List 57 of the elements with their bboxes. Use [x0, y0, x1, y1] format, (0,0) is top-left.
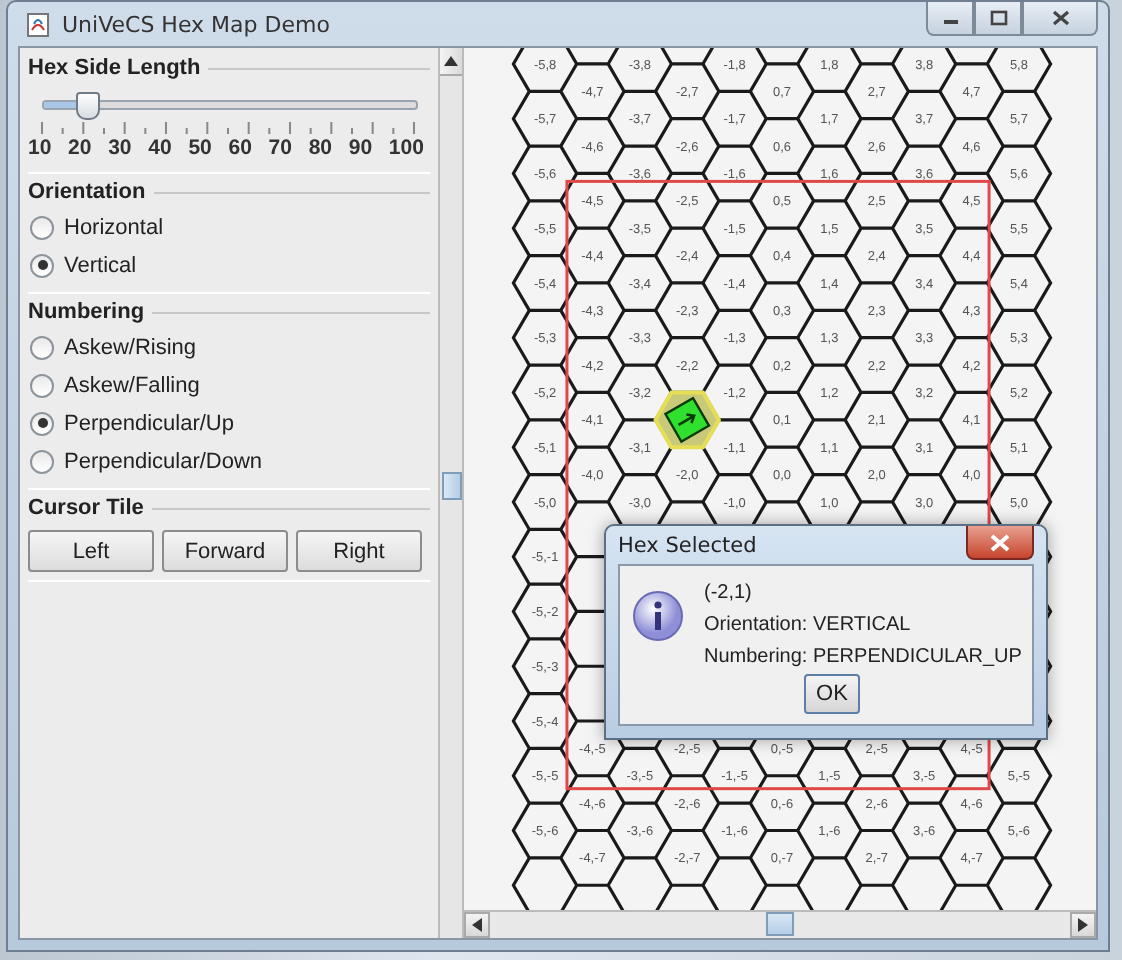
close-icon — [1051, 10, 1069, 26]
close-button[interactable] — [1022, 2, 1098, 36]
tick-label: 70 — [268, 136, 292, 160]
radio-label[interactable]: Askew/Falling — [64, 373, 200, 397]
tick-label: 60 — [228, 136, 252, 160]
info-icon — [632, 590, 684, 642]
close-icon — [990, 533, 1010, 551]
scroll-up-button[interactable] — [440, 48, 462, 76]
radio-label[interactable]: Askew/Rising — [64, 335, 197, 359]
radio-button[interactable] — [30, 335, 54, 359]
app-icon — [26, 11, 50, 37]
tick-label: 30 — [108, 136, 132, 160]
message-text: (-2,1) — [704, 580, 754, 608]
section-title: Cursor Tile — [28, 496, 144, 520]
radio-button[interactable] — [30, 215, 54, 239]
radio-label[interactable]: Perpendicular/Up — [64, 411, 234, 435]
scroll-left-button[interactable] — [464, 912, 490, 938]
section-title: Numbering — [28, 300, 145, 324]
left-arrow-icon — [472, 918, 482, 933]
cursor-tile-icon[interactable] — [663, 396, 711, 444]
maximize-button[interactable] — [974, 2, 1022, 36]
tick-label: 20 — [68, 136, 92, 160]
tick-label: 40 — [148, 136, 172, 160]
message-text: Numbering: PERPENDICULAR_UP — [704, 644, 1022, 672]
tick-label: 90 — [348, 136, 373, 160]
scroll-thumb[interactable] — [766, 912, 794, 937]
scroll-right-button[interactable] — [1070, 912, 1096, 938]
tick-label: 80 — [308, 136, 333, 160]
radio-label[interactable]: Vertical — [64, 253, 137, 277]
message-text: Orientation: VERTICAL — [704, 612, 913, 640]
horizontal-scrollbar[interactable] — [464, 910, 1096, 938]
ok-button[interactable]: OK — [804, 674, 860, 714]
tick-label: 10 — [28, 136, 52, 160]
maximize-icon — [989, 10, 1007, 26]
size-slider[interactable] — [42, 92, 418, 116]
tick-label: 50 — [188, 136, 212, 160]
radio-button[interactable] — [30, 253, 54, 277]
radio-button[interactable] — [30, 411, 54, 435]
tick-label: 100 — [388, 136, 424, 160]
radio-button[interactable] — [30, 449, 54, 473]
push-button[interactable]: Forward — [162, 530, 288, 572]
section-title: Orientation — [28, 180, 146, 204]
push-button[interactable]: Right — [296, 530, 422, 572]
push-button[interactable]: Left — [28, 530, 154, 572]
close-button[interactable] — [966, 526, 1034, 560]
up-arrow-icon — [444, 56, 458, 66]
window-title: UniVeCS Hex Map Demo — [62, 11, 330, 37]
slider-thumb[interactable] — [75, 92, 100, 120]
section-title: Hex Side Length — [28, 56, 201, 80]
scroll-thumb[interactable] — [441, 472, 461, 500]
radio-button[interactable] — [30, 373, 54, 397]
minimize-button[interactable] — [926, 2, 974, 36]
dialog-title: Hex Selected — [618, 533, 757, 557]
radio-label[interactable]: Horizontal — [64, 215, 164, 239]
radio-label[interactable]: Perpendicular/Down — [64, 449, 263, 473]
vertical-scrollbar[interactable] — [438, 48, 464, 938]
right-arrow-icon — [1078, 918, 1088, 933]
